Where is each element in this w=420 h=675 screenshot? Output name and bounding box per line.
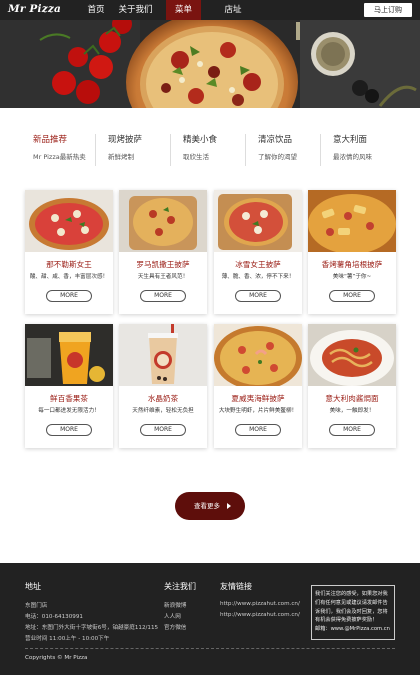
feedback-email[interactable]: 邮箱：www.@MrPizza.com.cn (315, 625, 391, 634)
product-description: 美味“薯”于你~ (332, 274, 372, 280)
product-image (308, 190, 396, 252)
product-image (119, 190, 207, 252)
category-drinks[interactable]: 清凉饮品 了解你的渴望 (247, 134, 321, 166)
product-card[interactable]: 鲜百香果茶 每一口都进发无限活力！ MORE (25, 324, 113, 448)
footer-address: 地址：东图门外大街十字坡街6号，铂越豪庭112/115 (25, 625, 159, 631)
category-subtitle: 了解你的渴望 (258, 153, 297, 161)
product-image (25, 190, 113, 252)
more-button[interactable]: MORE (140, 424, 186, 436)
more-button[interactable]: MORE (46, 424, 92, 436)
category-title: 新品推荐 (33, 135, 68, 145)
hero-pizza-image (0, 20, 420, 108)
product-description: 天然纤维素，轻松无负担 (132, 408, 194, 414)
category-subtitle: 最浓情的风味 (333, 153, 372, 161)
product-card[interactable]: 水晶奶茶 天然纤维素，轻松无负担 MORE (119, 324, 207, 448)
product-description: 酸、甜、咸、香，丰富层次感！ (29, 274, 109, 280)
nav-item-menu[interactable]: 菜单 (166, 0, 201, 20)
category-title: 现烤披萨 (108, 135, 143, 145)
copyright-text: Copyrights © Mr Pizza (25, 655, 88, 661)
nav-item-stores[interactable]: 店址 (218, 0, 248, 20)
more-button[interactable]: MORE (46, 290, 92, 302)
footer-follow-heading: 关注我们 (164, 582, 196, 591)
feedback-text: 们有任何意见或建议请发邮件告 (315, 599, 388, 606)
hero-banner (0, 20, 420, 108)
category-title: 清凉饮品 (258, 135, 293, 145)
product-name: 罗马凯撒王披萨 (136, 260, 190, 269)
category-pasta[interactable]: 意大利面 最浓情的风味 (322, 134, 396, 166)
footer-store-name: 东图门店 (25, 603, 48, 609)
view-more-button[interactable]: 查看更多 (175, 492, 245, 520)
footer-link-wechat[interactable]: 官方微信 (164, 623, 186, 631)
product-name: 鲜百香果茶 (50, 394, 88, 403)
footer-partner-link[interactable]: http://www.pizzahut.com.cn/ (220, 612, 300, 618)
top-nav-bar: Mr Pizza 首页 关于我们 菜单 店址 马上订购 (0, 0, 420, 20)
footer-links-heading: 友情链接 (220, 582, 252, 591)
product-image (214, 324, 302, 386)
category-fresh-pizza[interactable]: 现烤披萨 新鲜烤制 (97, 134, 171, 166)
product-image (308, 324, 396, 386)
feedback-text: 有机会获得免费披萨奖励！ (315, 617, 378, 624)
product-image (119, 324, 207, 386)
product-description: 每一口都进发无限活力！ (38, 408, 100, 414)
category-snacks[interactable]: 精美小食 取欣生活 (172, 134, 246, 166)
product-card[interactable]: 香烤薯角培根披萨 美味“薯”于你~ MORE (308, 190, 396, 314)
product-description: 美味，一触即发！ (329, 408, 375, 414)
footer-link-renren[interactable]: 人人网 (164, 612, 181, 620)
product-description: 大块野生明虾，片片鲜美鳌柳！ (218, 408, 298, 414)
product-card[interactable]: 罗马凯撒王披萨 天生具有王者风范！ MORE (119, 190, 207, 314)
product-card[interactable]: 那不勒斯女王 酸、甜、咸、香，丰富层次感！ MORE (25, 190, 113, 314)
order-now-button[interactable]: 马上订购 (364, 3, 412, 17)
product-name: 夏威夷海鲜披萨 (231, 394, 285, 403)
product-name: 那不勒斯女王 (46, 260, 92, 269)
category-title: 意大利面 (333, 135, 368, 145)
more-button[interactable]: MORE (329, 424, 375, 436)
product-image (214, 190, 302, 252)
footer-partner-link[interactable]: http://www.pizzahut.com.cn/ (220, 601, 300, 607)
nav-item-home[interactable]: 首页 (83, 0, 109, 20)
product-description: 天生具有王者风范！ (137, 274, 189, 280)
footer-feedback-box: 我们关注您的感受，如果您对我 们有任何意见或建议请发邮件告 诉我们，我们会及时回… (311, 585, 395, 640)
more-button[interactable]: MORE (140, 290, 186, 302)
site-footer: 地址 东图门店 电话：010-64130991 地址：东图门外大街十字坡街6号，… (0, 563, 420, 675)
category-new[interactable]: 新品推荐 Mr Pizza最新热卖 (22, 134, 96, 166)
product-card[interactable]: 夏威夷海鲜披萨 大块野生明虾，片片鲜美鳌柳！ MORE (214, 324, 302, 448)
footer-link-weibo[interactable]: 新浪微博 (164, 601, 186, 609)
feedback-text: 诉我们，我们会及时回复，您将 (315, 608, 388, 615)
product-description: 薄、脆、香、浓，停不下来！ (221, 274, 295, 280)
product-name: 水晶奶茶 (147, 394, 179, 403)
footer-phone: 电话：010-64130991 (25, 614, 83, 620)
view-more-label: 查看更多 (194, 502, 220, 510)
category-title: 精美小食 (183, 135, 218, 145)
footer-address-heading: 地址 (25, 582, 41, 591)
chevron-right-icon (227, 503, 231, 509)
brand-logo[interactable]: Mr Pizza (8, 3, 61, 15)
footer-hours: 营业时间 11:00上午 - 10:00下午 (25, 636, 110, 642)
feedback-text: 我们关注您的感受，如果您对我 (315, 591, 388, 597)
product-name: 冰雪女王披萨 (235, 260, 281, 269)
category-subtitle: 取欣生活 (183, 153, 209, 161)
footer-divider (25, 648, 395, 649)
product-card[interactable]: 意大利肉酱焗面 美味，一触即发！ MORE (308, 324, 396, 448)
product-name: 香烤薯角培根披萨 (321, 260, 383, 269)
category-subtitle: 新鲜烤制 (108, 153, 134, 161)
product-image (25, 324, 113, 386)
nav-item-about[interactable]: 关于我们 (115, 0, 156, 20)
more-button[interactable]: MORE (235, 424, 281, 436)
product-card[interactable]: 冰雪女王披萨 薄、脆、香、浓，停不下来！ MORE (214, 190, 302, 314)
category-subtitle: Mr Pizza最新热卖 (33, 153, 86, 161)
more-button[interactable]: MORE (329, 290, 375, 302)
category-strip: 新品推荐 Mr Pizza最新热卖 现烤披萨 新鲜烤制 精美小食 取欣生活 清凉… (22, 134, 398, 166)
more-button[interactable]: MORE (235, 290, 281, 302)
product-name: 意大利肉酱焗面 (325, 394, 379, 403)
